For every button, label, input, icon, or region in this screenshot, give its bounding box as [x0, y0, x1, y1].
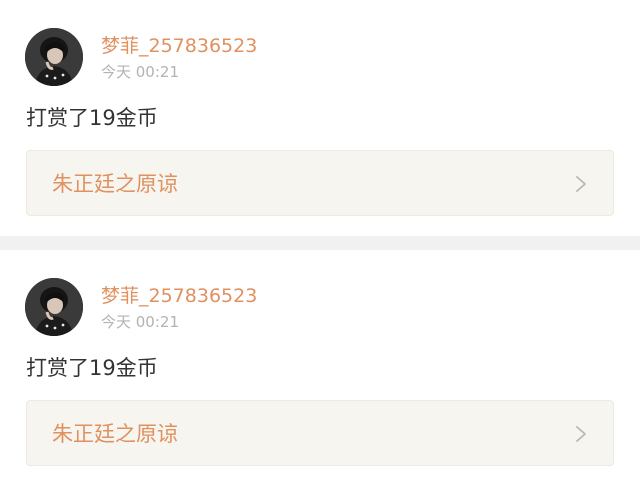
reward-feed: 梦菲_257836523 今天 00:21 打赏了19金币 朱正廷之原谅 梦菲_… — [0, 0, 640, 488]
avatar-photo-icon — [25, 278, 83, 336]
reward-message: 打赏了19金币 — [26, 356, 158, 380]
username[interactable]: 梦菲_257836523 — [101, 284, 257, 308]
username[interactable]: 梦菲_257836523 — [101, 34, 257, 58]
chevron-right-icon — [576, 176, 586, 192]
linked-work-title: 朱正廷之原谅 — [52, 422, 178, 446]
timestamp: 今天 00:21 — [101, 313, 179, 331]
feed-item: 梦菲_257836523 今天 00:21 打赏了19金币 朱正廷之原谅 — [0, 250, 640, 488]
timestamp: 今天 00:21 — [101, 63, 179, 81]
linked-work-card[interactable]: 朱正廷之原谅 — [26, 150, 614, 216]
chevron-right-icon — [576, 426, 586, 442]
reward-message: 打赏了19金币 — [26, 106, 158, 130]
avatar[interactable] — [25, 278, 83, 336]
linked-work-card[interactable]: 朱正廷之原谅 — [26, 400, 614, 466]
feed-item: 梦菲_257836523 今天 00:21 打赏了19金币 朱正廷之原谅 — [0, 0, 640, 236]
avatar[interactable] — [25, 28, 83, 86]
avatar-photo-icon — [25, 28, 83, 86]
linked-work-title: 朱正廷之原谅 — [52, 172, 178, 196]
